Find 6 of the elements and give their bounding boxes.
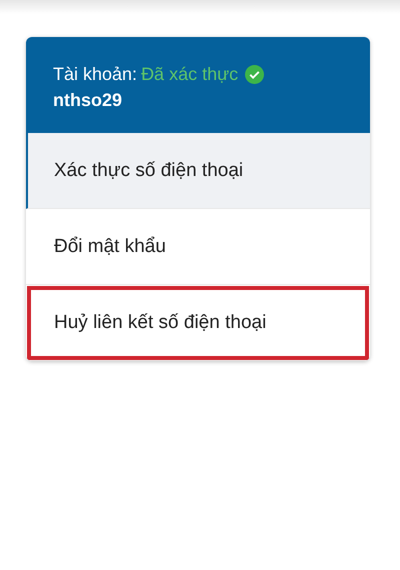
verification-status: Đã xác thực	[141, 63, 238, 86]
account-label: Tài khoản:	[53, 63, 138, 86]
menu-item[interactable]: Đổi mật khẩu	[26, 209, 370, 286]
menu-item[interactable]: Xác thực số điện thoại	[26, 133, 370, 210]
menu-item[interactable]: Huỷ liên kết số điện thoại	[26, 285, 370, 362]
username: nthso29	[53, 89, 124, 112]
